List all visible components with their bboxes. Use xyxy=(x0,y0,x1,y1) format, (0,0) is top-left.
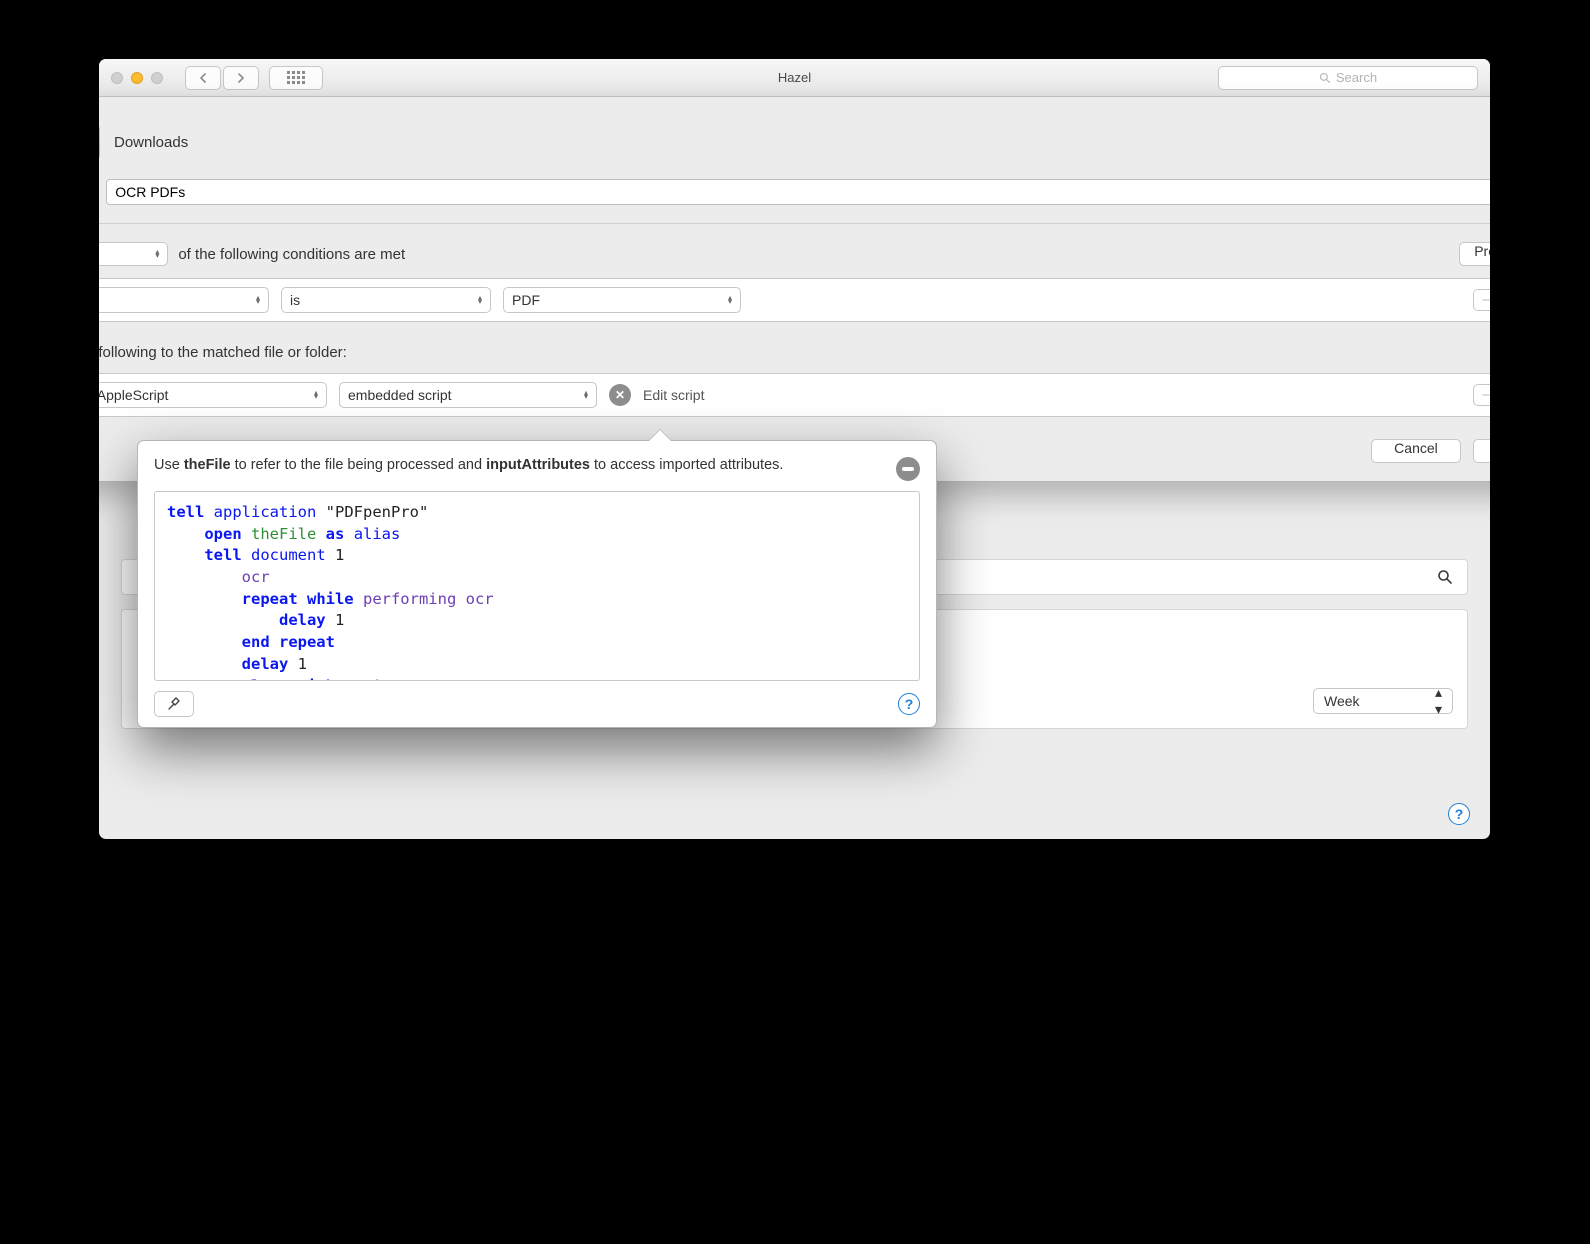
forward-button[interactable] xyxy=(223,66,259,90)
compile-button[interactable] xyxy=(154,691,194,717)
condition-row: Kind ▴▾ is ▴▾ PDF ▴▾ − + xyxy=(99,278,1490,322)
chevron-updown-icon: ▴▾ xyxy=(728,296,732,304)
search-icon xyxy=(1319,72,1331,84)
conditions-match-select[interactable]: all ▴▾ xyxy=(99,242,168,266)
grid-icon xyxy=(287,71,305,84)
folder-icon xyxy=(99,125,100,159)
search-icon xyxy=(1437,569,1453,585)
rule-name-input[interactable] xyxy=(106,179,1490,205)
action-type-select[interactable]: Run AppleScript ▴▾ xyxy=(99,382,327,408)
script-hint: Use theFile to refer to the file being p… xyxy=(154,455,884,476)
search-placeholder: Search xyxy=(1336,70,1377,85)
action-source-select[interactable]: embedded script ▴▾ xyxy=(339,382,597,408)
window-close-button[interactable] xyxy=(111,72,123,84)
minimize-popover-button[interactable] xyxy=(896,457,920,481)
help-button[interactable]: ? xyxy=(898,693,920,715)
action-remove-button[interactable]: − xyxy=(1473,384,1490,406)
bg-week-label: Week xyxy=(1324,693,1360,709)
edit-script-link[interactable]: Edit script xyxy=(643,387,704,403)
window-minimize-button[interactable] xyxy=(131,72,143,84)
action-source-value: embedded script xyxy=(348,387,452,403)
chevron-left-icon xyxy=(198,73,208,83)
close-popover-button[interactable]: ✕ xyxy=(609,384,631,406)
search-input[interactable]: Search xyxy=(1218,66,1478,90)
script-editor-popover: Use theFile to refer to the file being p… xyxy=(137,440,937,728)
chevron-right-icon xyxy=(236,73,246,83)
condition-comparator-select[interactable]: is ▴▾ xyxy=(281,287,491,313)
chevron-updown-icon: ▴▾ xyxy=(584,391,588,399)
folder-name: Downloads xyxy=(114,134,188,151)
traffic-lights xyxy=(99,72,163,84)
ok-button[interactable]: OK xyxy=(1473,439,1490,463)
window-zoom-button[interactable] xyxy=(151,72,163,84)
actions-header: Do the following to the matched file or … xyxy=(99,344,1490,361)
rule-editor-sheet: Downloads Name: If all ▴▾ of the followi… xyxy=(99,97,1490,482)
cancel-button[interactable]: Cancel xyxy=(1371,439,1461,463)
action-row: Run AppleScript ▴▾ embedded script ▴▾ ✕ … xyxy=(99,373,1490,417)
condition-value-select[interactable]: PDF ▴▾ xyxy=(503,287,741,313)
hammer-icon xyxy=(166,696,182,712)
show-all-button[interactable] xyxy=(269,66,323,90)
script-textarea[interactable]: tell application "PDFpenPro" open theFil… xyxy=(154,491,920,681)
conditions-suffix: of the following conditions are met xyxy=(178,246,405,263)
chevron-updown-icon: ▴▾ xyxy=(314,391,318,399)
action-type-value: Run AppleScript xyxy=(99,387,168,403)
condition-comparator-value: is xyxy=(290,292,300,308)
condition-value-value: PDF xyxy=(512,292,540,308)
chevron-updown-icon: ▴▾ xyxy=(256,296,260,304)
bg-week-select[interactable]: Week ▴▾ xyxy=(1313,688,1453,714)
chevron-updown-icon: ▴▾ xyxy=(155,250,159,258)
help-button[interactable]: ? xyxy=(1448,803,1470,825)
condition-remove-button[interactable]: − xyxy=(1473,289,1490,311)
preview-button[interactable]: Preview xyxy=(1459,242,1490,266)
chevron-updown-icon: ▴▾ xyxy=(478,296,482,304)
nav-buttons xyxy=(185,66,323,90)
condition-attribute-select[interactable]: Kind ▴▾ xyxy=(99,287,269,313)
back-button[interactable] xyxy=(185,66,221,90)
minimize-icon xyxy=(902,467,914,471)
titlebar: Hazel Search xyxy=(99,59,1490,97)
chevron-updown-icon: ▴▾ xyxy=(1435,684,1442,718)
